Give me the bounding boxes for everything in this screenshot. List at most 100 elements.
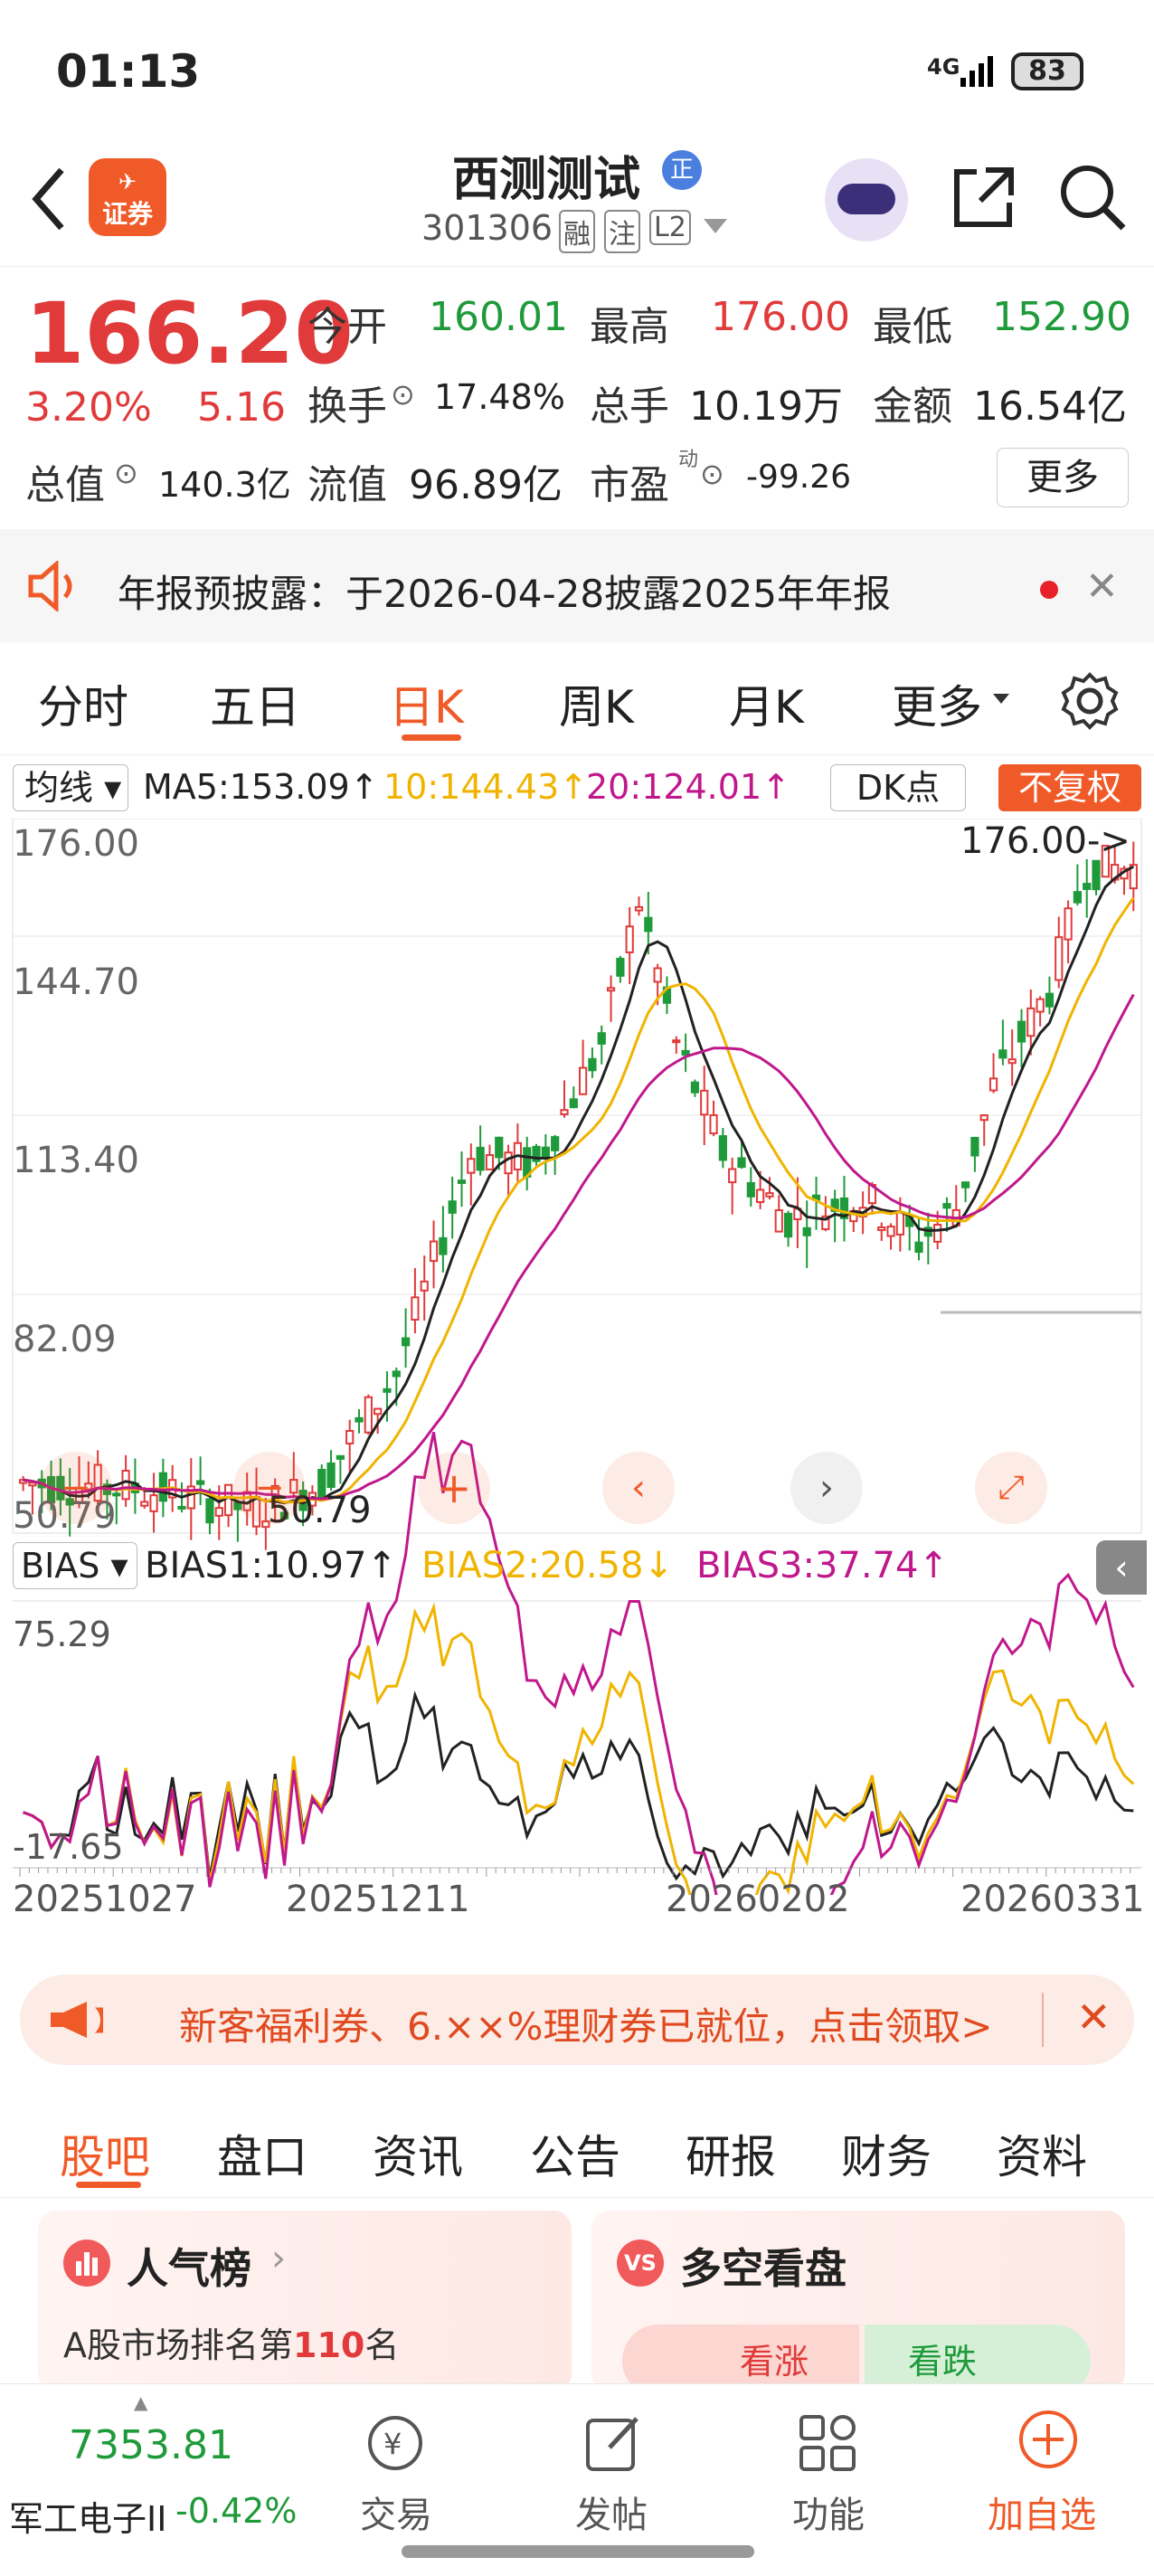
function-label[interactable]: 功能 xyxy=(792,2486,865,2538)
tab-profile[interactable]: 资料 xyxy=(997,2121,1087,2186)
candle-body xyxy=(392,1370,401,1378)
adjust-button[interactable]: 不复权 xyxy=(998,764,1141,811)
ma20-line xyxy=(23,993,1135,1501)
close-icon[interactable]: ✕ xyxy=(1085,564,1119,610)
candle-body xyxy=(205,1498,214,1524)
tab-more[interactable]: 更多 xyxy=(892,671,982,736)
tab-news[interactable]: 资讯 xyxy=(373,2121,463,2186)
candle-body xyxy=(457,1179,467,1184)
minus-icon[interactable]: − xyxy=(233,1452,306,1524)
promo-text: 新客福利券、6.××%理财券已就位，点击领取> xyxy=(179,2004,993,2049)
candle-body xyxy=(606,987,616,992)
ma-selector[interactable]: 均线 ▾ xyxy=(13,764,128,811)
back-icon[interactable] xyxy=(27,163,72,235)
y-tick: 176.00 xyxy=(13,823,139,865)
candle-body xyxy=(326,1462,336,1489)
index-value[interactable]: 7353.81 xyxy=(69,2422,233,2468)
candle-body xyxy=(149,1494,158,1512)
candle-body xyxy=(802,1226,811,1236)
fullscreen-icon[interactable]: ⤢ xyxy=(975,1452,1047,1524)
tab-forum[interactable]: 股吧 xyxy=(60,2121,150,2186)
y-tick: 82.09 xyxy=(13,1319,117,1360)
trade-icon[interactable]: ¥ xyxy=(364,2411,427,2475)
ai-assistant-icon[interactable] xyxy=(825,158,908,242)
popularity-card[interactable]: 人气榜 › A股市场排名第110名 xyxy=(38,2211,572,2391)
tag-l2: L2 xyxy=(649,210,691,245)
date-label: 20251027 xyxy=(13,1879,197,1920)
sentiment-card[interactable]: VS 多空看盘 看涨 看跌 xyxy=(591,2211,1125,2397)
share-icon[interactable] xyxy=(950,163,1017,231)
dk-point-button[interactable]: DK点 xyxy=(830,764,966,811)
candle-body xyxy=(355,1416,364,1423)
close-icon[interactable]: ✕ xyxy=(1076,1993,1111,2041)
bias-top-label: 75.29 xyxy=(13,1615,111,1654)
high-label: 最高 xyxy=(590,304,669,350)
info-icon[interactable]: ⊙ xyxy=(114,456,138,490)
popularity-title: 人气榜 xyxy=(127,2244,251,2293)
tab-5day[interactable]: 五日 xyxy=(210,671,300,736)
tab-intraday[interactable]: 分时 xyxy=(38,671,128,736)
candle-body xyxy=(467,1158,476,1174)
grid-icon[interactable] xyxy=(796,2411,859,2475)
candle-body xyxy=(364,1396,373,1434)
tab-research[interactable]: 研报 xyxy=(686,2121,776,2186)
candle-body xyxy=(709,1113,718,1135)
chevron-right-icon: › xyxy=(271,2238,286,2279)
volume-value: 10.19万 xyxy=(689,384,843,430)
post-label[interactable]: 发帖 xyxy=(575,2486,648,2538)
info-icon[interactable]: ⊙ xyxy=(391,377,415,412)
chevron-left-icon[interactable]: ‹ xyxy=(602,1452,675,1524)
candle-body xyxy=(774,1208,783,1233)
tag-register: 注 xyxy=(604,210,640,253)
candle-body xyxy=(1017,1020,1026,1043)
tab-orderbook[interactable]: 盘口 xyxy=(217,2121,307,2186)
period-tabs: 分时 五日 日K 周K 月K 更多 xyxy=(0,642,1154,755)
trade-label[interactable]: 交易 xyxy=(360,2486,432,2538)
indicator-selector[interactable]: BIAS ▾ xyxy=(13,1542,137,1589)
edit-icon[interactable] xyxy=(582,2411,646,2475)
collapse-icon[interactable]: ‹ xyxy=(1096,1540,1147,1595)
ma20-legend: 20:124.01↑ xyxy=(586,767,790,807)
svg-text:¥: ¥ xyxy=(383,2427,402,2461)
verified-badge-icon: 正 xyxy=(662,150,702,190)
content-tabs: 股吧 盘口 资讯 公告 研报 财务 资料 xyxy=(0,2080,1154,2198)
add-watchlist-label[interactable]: 加自选 xyxy=(988,2486,1096,2538)
chevron-right-icon[interactable]: › xyxy=(790,1452,863,1524)
amount-value: 16.54亿 xyxy=(973,384,1127,430)
more-button[interactable]: 更多 xyxy=(997,448,1129,507)
network-label: 4G xyxy=(927,54,960,80)
bias-bottom-label: -17.65 xyxy=(13,1827,124,1867)
kline-svg[interactable] xyxy=(0,819,1154,1895)
notice-bar[interactable]: 年报预披露：于2026-04-28披露2025年年报 ✕ xyxy=(0,529,1154,642)
info-icon[interactable]: ⊙ xyxy=(700,457,724,491)
tab-announcements[interactable]: 公告 xyxy=(530,2121,620,2186)
candle-body xyxy=(345,1429,355,1444)
search-icon[interactable] xyxy=(1056,161,1129,233)
tab-weekly-k[interactable]: 周K xyxy=(559,671,634,736)
bias3-legend: BIAS3:37.74↑ xyxy=(696,1545,949,1586)
mcap-label: 总值 xyxy=(25,462,105,508)
gear-icon[interactable] xyxy=(1060,671,1120,731)
tab-finance[interactable]: 财务 xyxy=(841,2121,932,2186)
promo-banner[interactable]: 】 新客福利券、6.××%理财券已就位，点击领取> ✕ xyxy=(20,1975,1134,2065)
candle-body xyxy=(616,957,625,977)
candle-body xyxy=(718,1135,727,1161)
candle-body xyxy=(783,1212,793,1238)
quote-panel: 166.20 3.20% 5.16 今开 160.01 最高 176.00 最低… xyxy=(0,267,1154,529)
index-name[interactable]: 军工电子II xyxy=(9,2491,166,2541)
candle-body xyxy=(979,1114,988,1122)
candle-body xyxy=(933,1223,942,1243)
kline-chart[interactable]: 均线 ▾ MA5:153.09↑ 10:144.43↑ 20:124.01↑ D… xyxy=(0,755,1154,1954)
broker-logo[interactable]: ✈ 证券 xyxy=(89,158,166,236)
status-time: 01:13 xyxy=(56,45,201,98)
candle-body xyxy=(895,1211,904,1236)
change-pct: 3.20% xyxy=(25,384,152,431)
chevron-down-icon[interactable] xyxy=(704,219,727,233)
zoom-out-icon[interactable]: − xyxy=(40,1452,112,1524)
add-circle-icon[interactable] xyxy=(1017,2408,1080,2471)
tab-daily-k[interactable]: 日K xyxy=(389,671,464,736)
zoom-in-icon[interactable]: + xyxy=(418,1452,490,1524)
index-change[interactable]: -0.42% xyxy=(175,2491,297,2531)
tab-monthly-k[interactable]: 月K xyxy=(729,671,804,736)
notice-text: 年报预披露：于2026-04-28披露2025年年报 xyxy=(118,572,891,616)
